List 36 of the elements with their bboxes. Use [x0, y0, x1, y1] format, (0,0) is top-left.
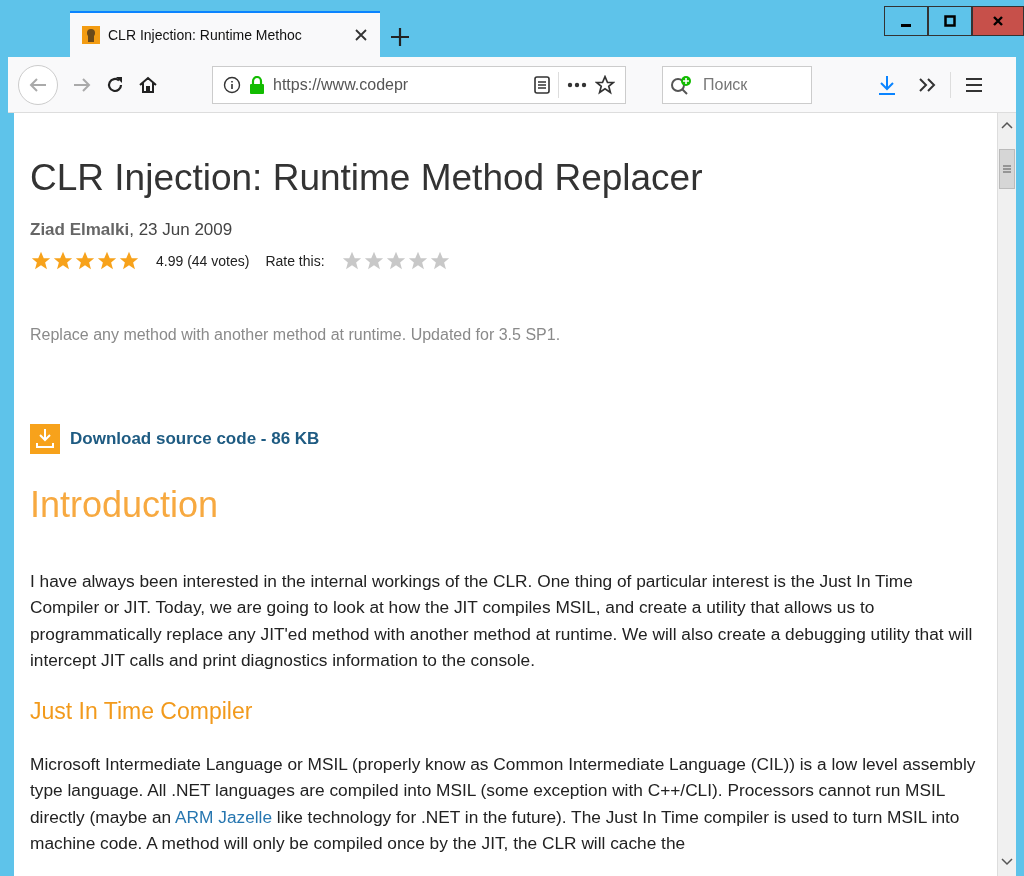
- download-icon[interactable]: [878, 74, 896, 95]
- menu-icon[interactable]: [965, 76, 983, 93]
- bookmark-star-icon[interactable]: [595, 74, 615, 95]
- minimize-button[interactable]: [884, 6, 928, 36]
- scrollbar[interactable]: [997, 113, 1016, 876]
- plus-icon[interactable]: [390, 27, 410, 47]
- reload-icon[interactable]: [106, 75, 124, 94]
- rating-score: 4.99 (44 votes): [156, 252, 250, 269]
- rate-label: Rate this:: [265, 252, 325, 269]
- paragraph: I have always been interested in the internal workings of the CLR. One thing of particular interest is the Just In Time Compiler or JIT. Today, we are going to look at how the JIT compiles MSIL, and create a utility that allows us to programmatically replace any JIT'ed method with another method at runtime. We will also create a debugging utility that will intercept JIT calls and print diagnostics information to the console.: [30, 569, 974, 672]
- site-favicon-icon: [82, 26, 100, 44]
- maximize-button[interactable]: [928, 6, 972, 36]
- close-icon[interactable]: [354, 28, 368, 42]
- more-icon[interactable]: [567, 81, 587, 88]
- section-heading: Introduction: [30, 483, 220, 526]
- address-bar[interactable]: https://www.codepr: [212, 65, 626, 104]
- minimize-icon: [901, 23, 911, 27]
- padlock-icon: [249, 75, 265, 94]
- search-field[interactable]: Поиск: [662, 65, 812, 104]
- download-link[interactable]: Download source code - 86 KB: [70, 428, 320, 449]
- chevron-icon[interactable]: [918, 77, 936, 92]
- close-button[interactable]: [972, 6, 1024, 36]
- text-link[interactable]: ARM Jazelle: [175, 806, 273, 827]
- article-summary: Replace any method with another method at runtime. Updated for 3.5 SP1.: [30, 325, 562, 344]
- section-heading: Just In Time Compiler: [30, 697, 254, 725]
- author-date: Ziad Elmalki, 23 Jun 2009: [30, 219, 234, 241]
- close-icon: [992, 15, 1004, 27]
- maximize-icon: [944, 15, 956, 27]
- info-icon[interactable]: [223, 75, 241, 94]
- article-title: CLR Injection: Runtime Method Replacer: [30, 157, 704, 199]
- paragraph: Microsoft Intermediate Language or MSIL (properly know as Common Intermediate Language (CIL)) is a low level assembly type language. All .NET languages are compiled into MSIL (some exception with C++/CLI). Processors cannot run MSIL directly (maybe an ARM Jazelle like technology for .NET in the future). The Just In Time compiler is used to turn MSIL into machine code. A method will only be compiled once by the JIT, the CLR will cache the: [30, 752, 977, 855]
- back-arrow-icon: [28, 76, 48, 93]
- scrollbar-thumb[interactable]: [999, 149, 1015, 189]
- reader-view-icon[interactable]: [534, 75, 550, 94]
- browser-tab[interactable]: CLR Injection: Runtime Methoc: [70, 11, 380, 57]
- home-icon[interactable]: [138, 75, 158, 94]
